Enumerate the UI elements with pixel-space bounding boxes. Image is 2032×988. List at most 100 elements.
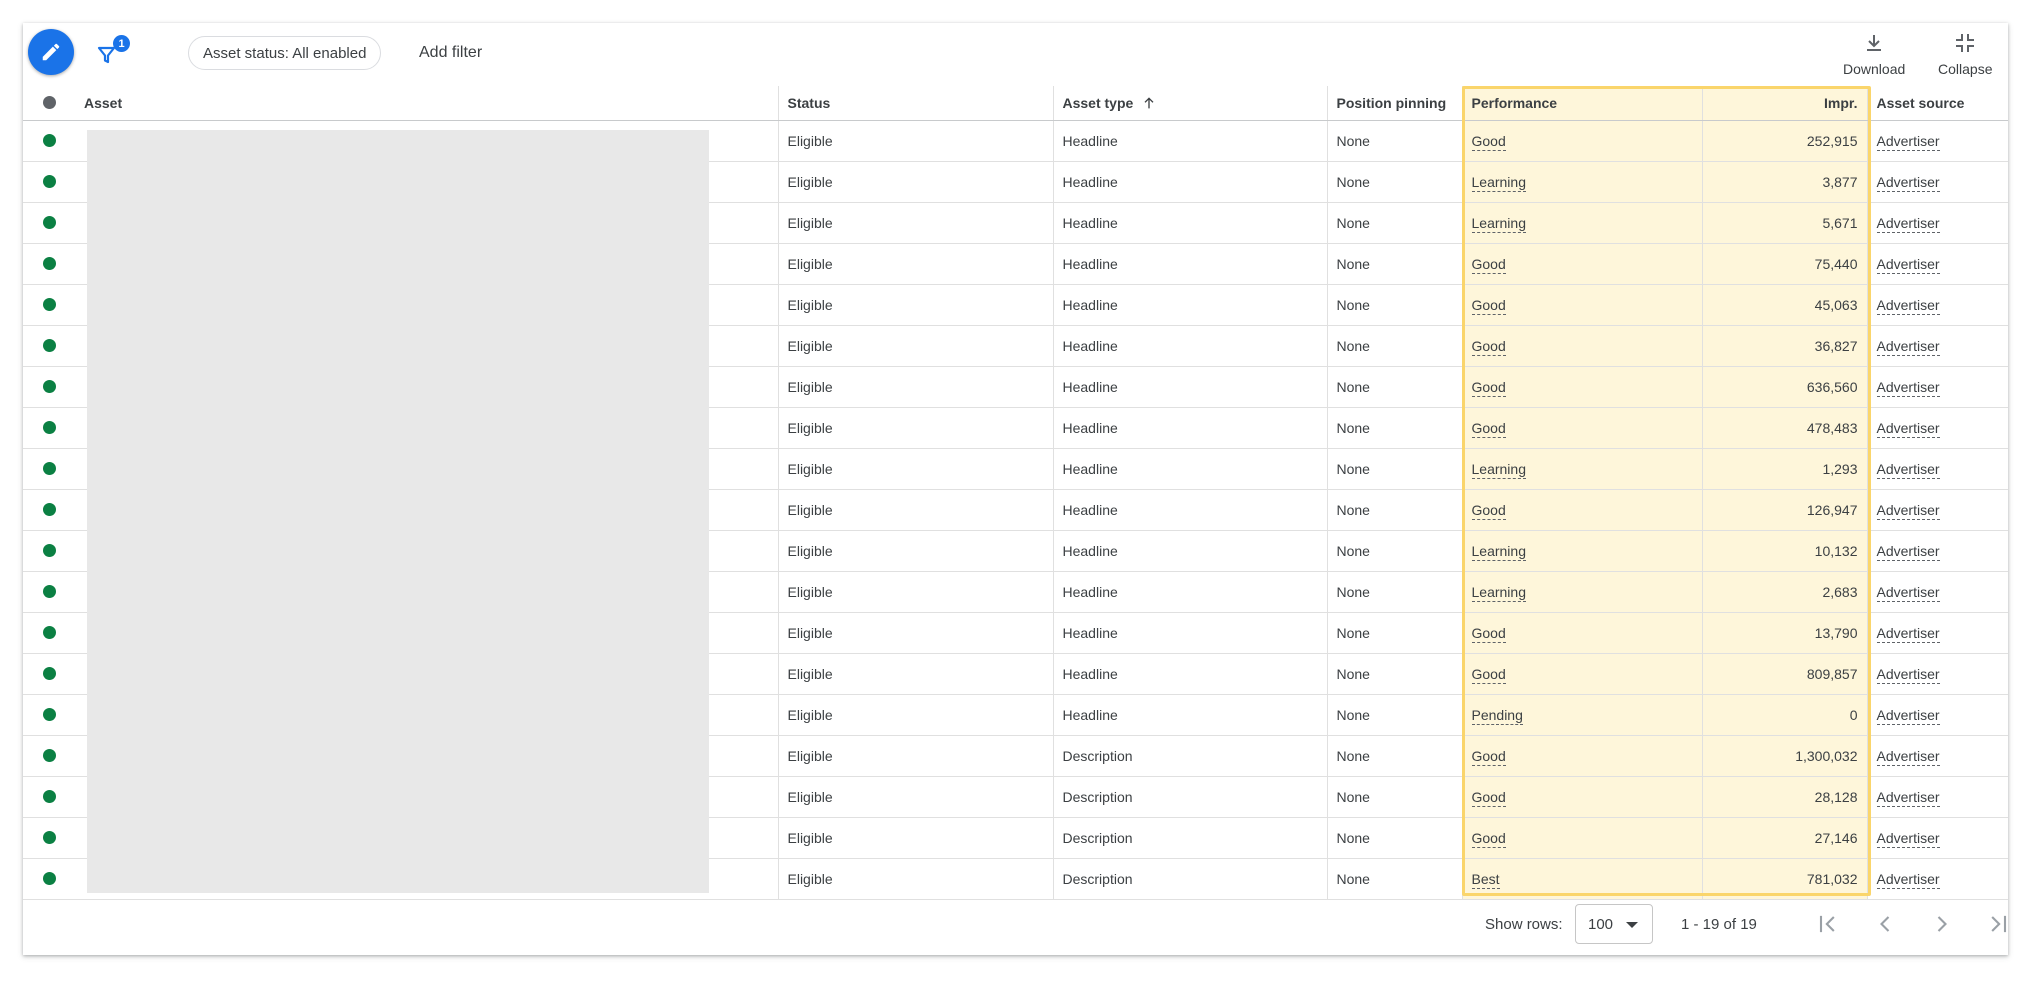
position-pinning-cell: None bbox=[1326, 325, 1462, 367]
performance-cell: Best bbox=[1461, 858, 1702, 900]
performance-label[interactable]: Good bbox=[1471, 255, 1506, 274]
performance-label[interactable]: Good bbox=[1471, 337, 1506, 356]
asset-status-filter-chip[interactable]: Asset status: All enabled bbox=[188, 36, 382, 70]
status-dot-header bbox=[23, 86, 75, 121]
asset-source-label[interactable]: Advertiser bbox=[1876, 214, 1940, 233]
previous-page-button[interactable] bbox=[1871, 910, 1899, 938]
asset-source-label[interactable]: Advertiser bbox=[1876, 665, 1940, 684]
asset-source-label[interactable]: Advertiser bbox=[1876, 706, 1940, 725]
edit-button[interactable] bbox=[28, 29, 74, 75]
download-button[interactable]: Download bbox=[1843, 31, 1905, 77]
position-pinning-cell: None bbox=[1326, 571, 1462, 613]
status-cell-text: Eligible bbox=[777, 243, 1053, 285]
status-cell-text: Eligible bbox=[777, 653, 1053, 695]
performance-label[interactable]: Learning bbox=[1471, 460, 1526, 479]
position-pinning-cell: None bbox=[1326, 530, 1462, 572]
status-cell bbox=[23, 694, 75, 736]
last-page-button[interactable] bbox=[1984, 910, 2008, 938]
performance-label[interactable]: Good bbox=[1471, 624, 1506, 643]
asset-source-label[interactable]: Advertiser bbox=[1876, 337, 1940, 356]
pagination-range: 1 - 19 of 19 bbox=[1681, 916, 1757, 933]
asset-source-label[interactable]: Advertiser bbox=[1876, 583, 1940, 602]
status-cell bbox=[23, 161, 75, 203]
performance-label[interactable]: Good bbox=[1471, 501, 1506, 520]
status-cell-text: Eligible bbox=[777, 530, 1053, 572]
performance-label[interactable]: Good bbox=[1471, 829, 1506, 848]
asset-source-label[interactable]: Advertiser bbox=[1876, 829, 1940, 848]
status-cell-text: Eligible bbox=[777, 407, 1053, 449]
next-page-button[interactable] bbox=[1928, 910, 1956, 938]
filter-count-badge: 1 bbox=[113, 35, 130, 52]
performance-label[interactable]: Best bbox=[1471, 870, 1500, 889]
status-cell-text: Eligible bbox=[777, 366, 1053, 408]
table-pagination: Show rows: 100 1 - 19 of 19 bbox=[23, 896, 2008, 955]
enabled-status-dot-icon bbox=[42, 544, 56, 557]
column-header-impr[interactable]: Impr. bbox=[1701, 86, 1867, 121]
column-header-asset-type[interactable]: Asset type bbox=[1052, 86, 1327, 121]
impressions-cell: 252,915 bbox=[1701, 120, 1867, 162]
asset-type-cell: Headline bbox=[1052, 489, 1327, 531]
status-cell bbox=[23, 366, 75, 408]
status-cell-text: Eligible bbox=[777, 858, 1053, 900]
asset-source-label[interactable]: Advertiser bbox=[1876, 747, 1940, 766]
impressions-cell: 27,146 bbox=[1701, 817, 1867, 859]
filter-button[interactable]: 1 bbox=[96, 35, 130, 69]
position-pinning-cell: None bbox=[1326, 407, 1462, 449]
column-header-asset[interactable]: Asset bbox=[75, 86, 778, 121]
asset-source-label[interactable]: Advertiser bbox=[1876, 378, 1940, 397]
asset-source-label[interactable]: Advertiser bbox=[1876, 624, 1940, 643]
enabled-status-dot-icon bbox=[42, 708, 56, 721]
performance-label[interactable]: Good bbox=[1471, 788, 1506, 807]
enabled-status-dot-icon bbox=[42, 872, 56, 885]
column-header-asset-source[interactable]: Asset source bbox=[1866, 86, 2008, 121]
position-pinning-cell: None bbox=[1326, 448, 1462, 490]
asset-source-label[interactable]: Advertiser bbox=[1876, 788, 1940, 807]
asset-source-cell: Advertiser bbox=[1866, 694, 2008, 736]
performance-label[interactable]: Good bbox=[1471, 419, 1506, 438]
enabled-status-dot-icon bbox=[42, 503, 56, 516]
rows-per-page-select[interactable]: 100 bbox=[1575, 904, 1653, 944]
performance-label[interactable]: Learning bbox=[1471, 214, 1526, 233]
asset-type-cell: Headline bbox=[1052, 612, 1327, 654]
performance-label[interactable]: Pending bbox=[1471, 706, 1523, 725]
performance-cell: Good bbox=[1461, 653, 1702, 695]
chevron-right-icon bbox=[1937, 916, 1947, 932]
asset-type-cell: Headline bbox=[1052, 161, 1327, 203]
asset-type-cell: Headline bbox=[1052, 571, 1327, 613]
performance-label[interactable]: Learning bbox=[1471, 173, 1526, 192]
asset-type-cell: Headline bbox=[1052, 202, 1327, 244]
enabled-status-dot-icon bbox=[42, 667, 56, 680]
asset-source-label[interactable]: Advertiser bbox=[1876, 419, 1940, 438]
first-page-button[interactable] bbox=[1814, 910, 1842, 938]
column-header-performance[interactable]: Performance bbox=[1461, 86, 1702, 121]
asset-source-label[interactable]: Advertiser bbox=[1876, 132, 1940, 151]
table-header-row: Asset Status Asset type Position pinning… bbox=[23, 86, 2008, 121]
performance-label[interactable]: Good bbox=[1471, 747, 1506, 766]
performance-cell: Good bbox=[1461, 612, 1702, 654]
performance-label[interactable]: Good bbox=[1471, 296, 1506, 315]
asset-source-label[interactable]: Advertiser bbox=[1876, 870, 1940, 889]
performance-label[interactable]: Learning bbox=[1471, 583, 1526, 602]
asset-source-cell: Advertiser bbox=[1866, 530, 2008, 572]
asset-type-header-label: Asset type bbox=[1062, 94, 1134, 111]
column-header-status[interactable]: Status bbox=[777, 86, 1053, 121]
asset-source-cell: Advertiser bbox=[1866, 817, 2008, 859]
asset-source-label[interactable]: Advertiser bbox=[1876, 255, 1940, 274]
performance-label[interactable]: Good bbox=[1471, 378, 1506, 397]
asset-source-label[interactable]: Advertiser bbox=[1876, 542, 1940, 561]
add-filter-button[interactable]: Add filter bbox=[419, 36, 482, 70]
enabled-status-dot-icon bbox=[42, 175, 56, 188]
performance-cell: Good bbox=[1461, 735, 1702, 777]
position-pinning-cell: None bbox=[1326, 694, 1462, 736]
asset-source-cell: Advertiser bbox=[1866, 489, 2008, 531]
asset-source-label[interactable]: Advertiser bbox=[1876, 501, 1940, 520]
column-header-position-pinning[interactable]: Position pinning bbox=[1326, 86, 1462, 121]
asset-source-label[interactable]: Advertiser bbox=[1876, 296, 1940, 315]
performance-label[interactable]: Good bbox=[1471, 132, 1506, 151]
collapse-button[interactable]: Collapse bbox=[1938, 31, 1992, 77]
performance-label[interactable]: Good bbox=[1471, 665, 1506, 684]
asset-source-label[interactable]: Advertiser bbox=[1876, 460, 1940, 479]
status-cell bbox=[23, 325, 75, 367]
performance-label[interactable]: Learning bbox=[1471, 542, 1526, 561]
asset-source-label[interactable]: Advertiser bbox=[1876, 173, 1940, 192]
